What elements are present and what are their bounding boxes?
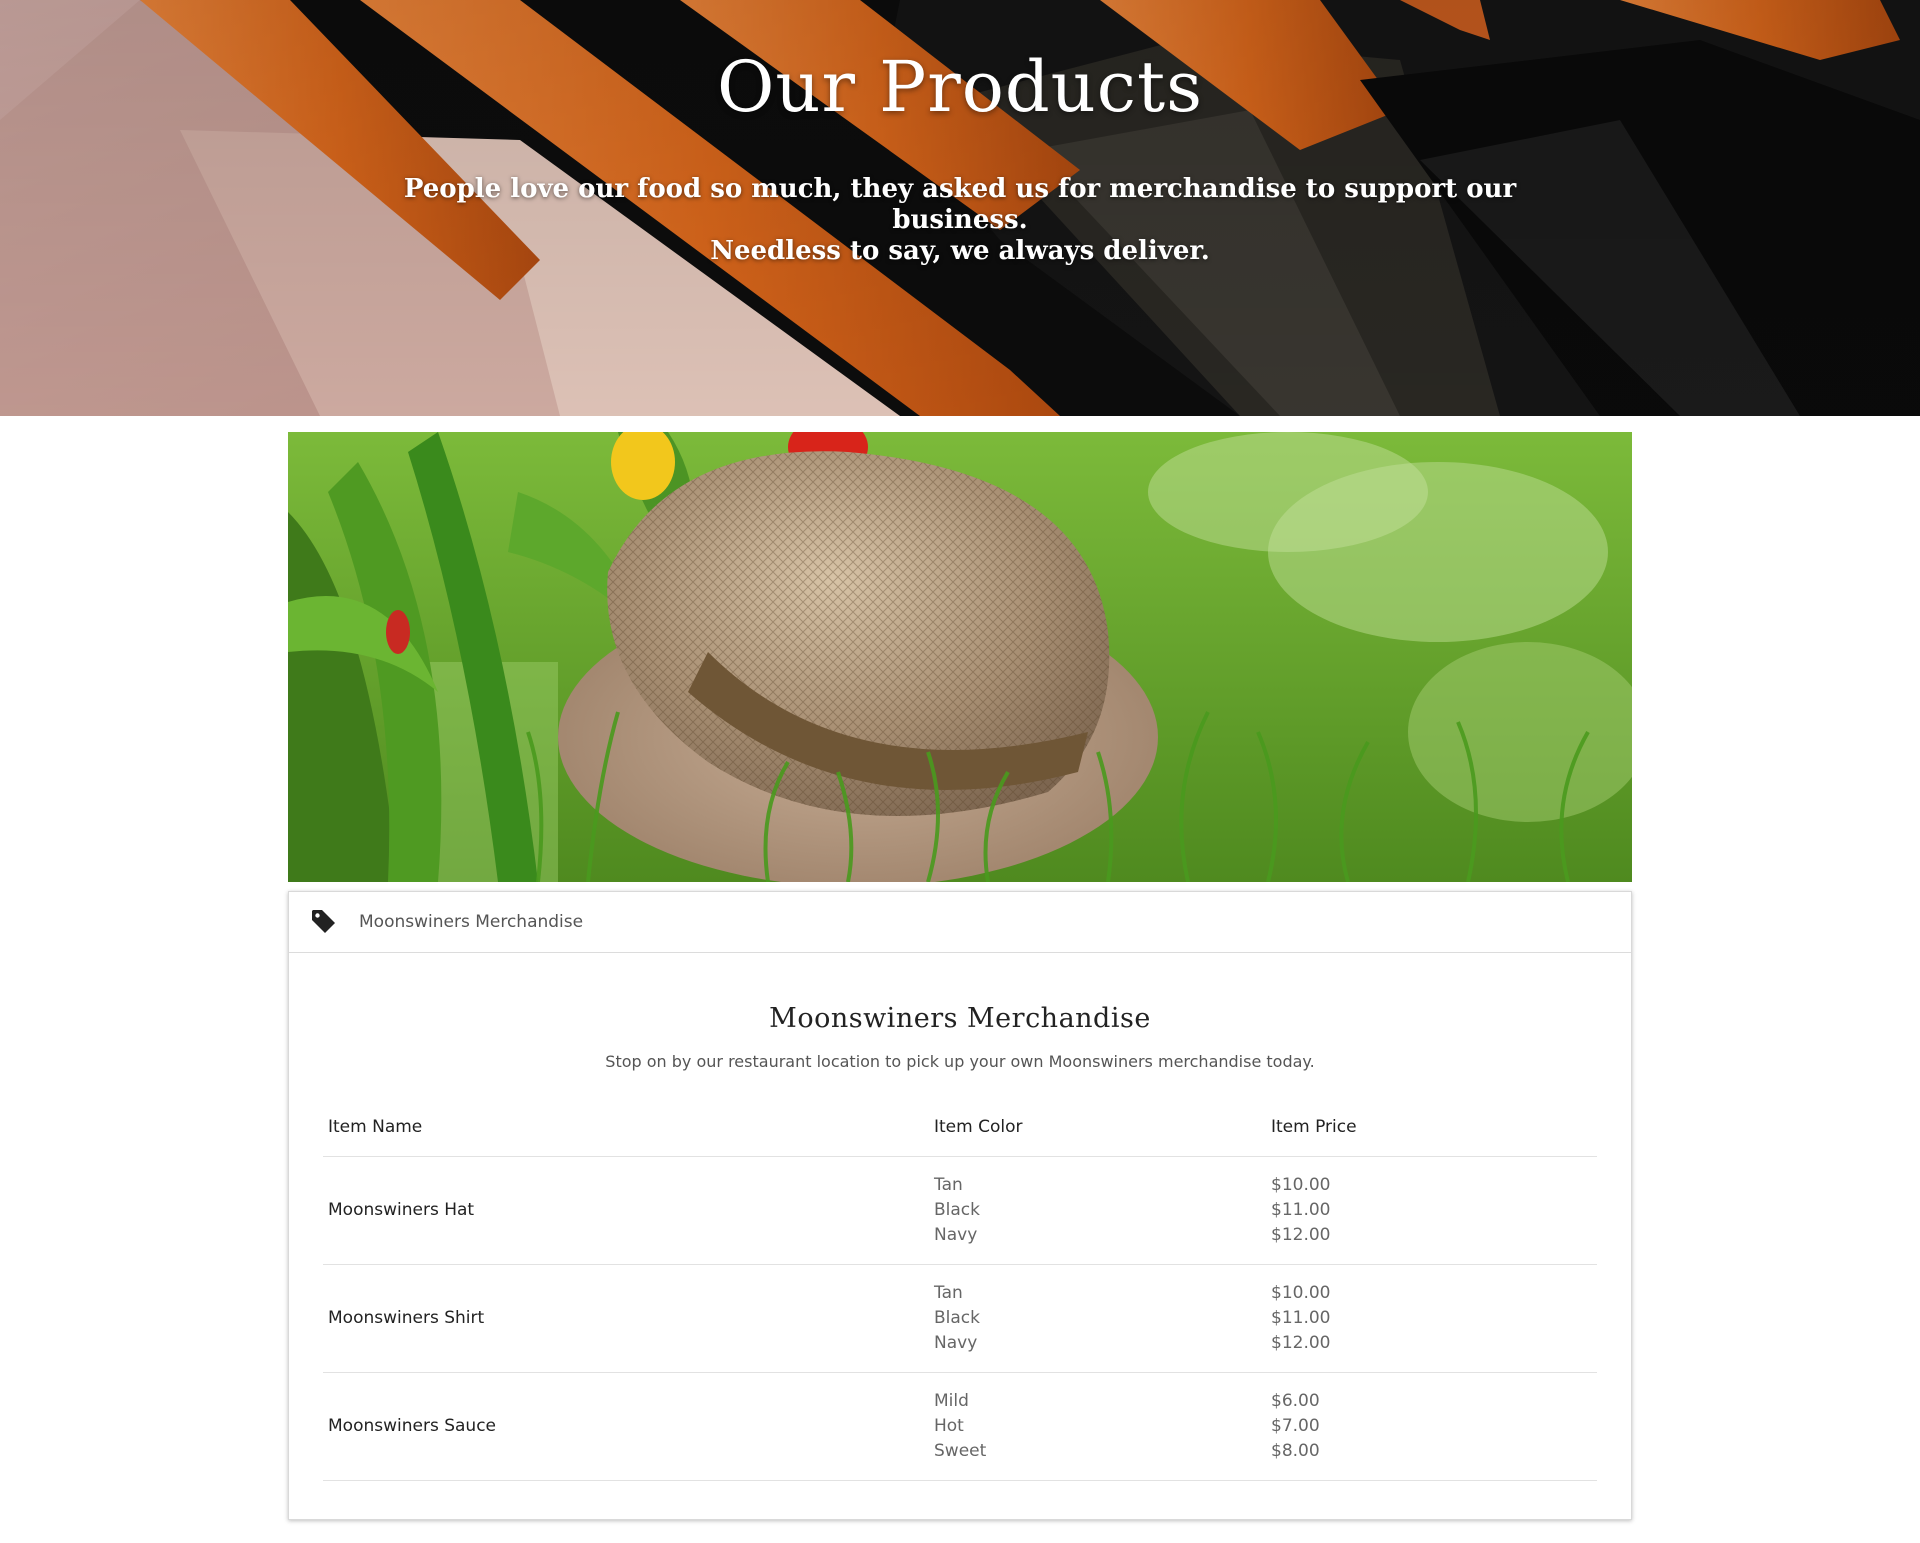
header-item-color: Item Color bbox=[929, 1098, 1266, 1157]
hero-subtitle-line-1: People love our food so much, they asked… bbox=[403, 174, 1517, 235]
hero-subtitle-line-2: Needless to say, we always deliver. bbox=[710, 236, 1210, 266]
page-title: Our Products bbox=[716, 46, 1204, 128]
merchandise-description: Stop on by our restaurant location to pi… bbox=[605, 1052, 1315, 1071]
table-row: Moonswiners Sauce Mild Hot Sweet $6.00 $… bbox=[323, 1372, 1597, 1481]
table-row: Moonswiners Hat Tan Black Navy $10.00 $1… bbox=[323, 1156, 1597, 1265]
item-colors: Tan Black Navy bbox=[929, 1264, 1266, 1373]
merchandise-title: Moonswiners Merchandise bbox=[769, 1003, 1151, 1034]
item-colors: Mild Hot Sweet bbox=[929, 1372, 1266, 1481]
item-color: Hot bbox=[934, 1415, 964, 1436]
item-price: $10.00 bbox=[1271, 1174, 1331, 1195]
item-name: Moonswiners Hat bbox=[323, 1156, 929, 1265]
item-color: Black bbox=[934, 1199, 980, 1220]
item-price: $11.00 bbox=[1271, 1199, 1331, 1220]
item-color: Tan bbox=[934, 1174, 963, 1195]
item-name: Moonswiners Sauce bbox=[323, 1372, 929, 1481]
merchandise-card: Moonswiners Merchandise Moonswiners Merc… bbox=[288, 891, 1632, 1520]
table-row: Moonswiners Shirt Tan Black Navy $10.00 … bbox=[323, 1264, 1597, 1373]
item-color: Tan bbox=[934, 1282, 963, 1303]
item-price: $12.00 bbox=[1271, 1224, 1331, 1245]
hero-banner: Our Products People love our food so muc… bbox=[0, 0, 1920, 416]
item-price: $8.00 bbox=[1271, 1440, 1320, 1461]
featured-hat-image bbox=[288, 432, 1632, 882]
table-header-row: Item Name Item Color Item Price bbox=[323, 1098, 1597, 1157]
item-name: Moonswiners Shirt bbox=[323, 1264, 929, 1373]
hero-subtitle: People love our food so much, they asked… bbox=[360, 174, 1560, 267]
item-prices: $10.00 $11.00 $12.00 bbox=[1266, 1156, 1597, 1265]
item-price: $11.00 bbox=[1271, 1307, 1331, 1328]
item-price: $12.00 bbox=[1271, 1332, 1331, 1353]
item-color: Navy bbox=[934, 1332, 978, 1353]
item-color: Navy bbox=[934, 1224, 978, 1245]
menu-tab[interactable]: Moonswiners Merchandise bbox=[289, 892, 1631, 953]
merchandise-table: Item Name Item Color Item Price Moonswin… bbox=[323, 1098, 1597, 1481]
header-item-price: Item Price bbox=[1266, 1098, 1597, 1157]
item-color: Mild bbox=[934, 1390, 969, 1411]
item-color: Sweet bbox=[934, 1440, 987, 1461]
item-price: $7.00 bbox=[1271, 1415, 1320, 1436]
tab-label: Moonswiners Merchandise bbox=[359, 912, 584, 932]
item-prices: $6.00 $7.00 $8.00 bbox=[1266, 1372, 1597, 1481]
item-price: $6.00 bbox=[1271, 1390, 1320, 1411]
item-color: Black bbox=[934, 1307, 980, 1328]
header-item-name: Item Name bbox=[323, 1098, 929, 1157]
tag-icon bbox=[312, 910, 335, 933]
item-price: $10.00 bbox=[1271, 1282, 1331, 1303]
item-colors: Tan Black Navy bbox=[929, 1156, 1266, 1265]
hat-in-grass-photo bbox=[288, 432, 1632, 882]
card-body: Moonswiners Merchandise Stop on by our r… bbox=[289, 1003, 1631, 1481]
item-prices: $10.00 $11.00 $12.00 bbox=[1266, 1264, 1597, 1373]
